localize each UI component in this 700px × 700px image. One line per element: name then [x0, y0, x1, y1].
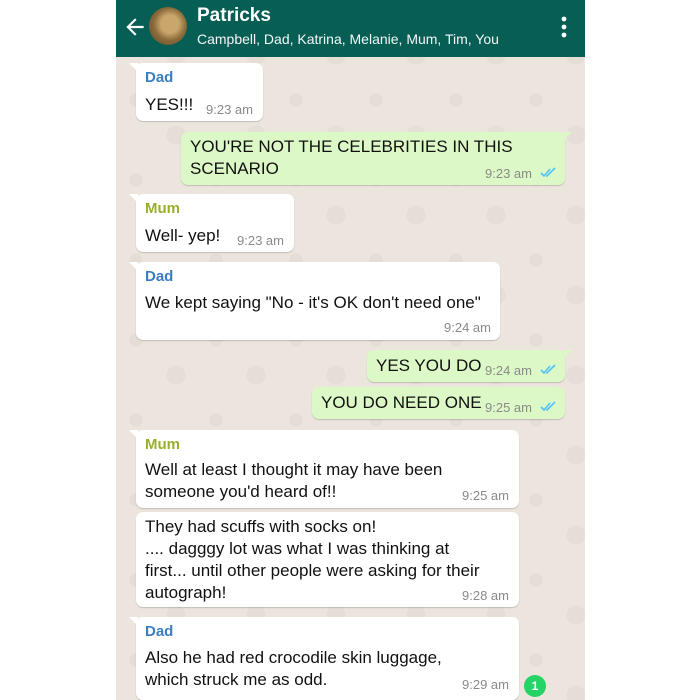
message-text: YOU'RE NOT THE CELEBRITIES IN THIS SCENA…	[190, 137, 513, 178]
bubble-tail	[129, 63, 138, 72]
message-sender: Dad	[145, 69, 174, 86]
chat-header: Patricks Campbell, Dad, Katrina, Melanie…	[116, 0, 585, 57]
bubble-tail	[563, 350, 572, 359]
message-sender: Dad	[145, 623, 174, 640]
message-text: They had scuffs with socks on! .... dagg…	[145, 517, 480, 602]
message-sender: Mum	[145, 436, 180, 453]
bubble-tail	[129, 430, 138, 439]
message-bubble[interactable]: Mum Well- yep! 9:23 am	[129, 194, 294, 252]
message-time: 9:24 am	[485, 363, 532, 378]
message-text: YES YOU DO	[376, 356, 482, 375]
chat-screen: Patricks Campbell, Dad, Katrina, Melanie…	[116, 0, 585, 700]
message-bubble[interactable]: Mum Well at least I thought it may have …	[129, 430, 519, 508]
message-sender: Dad	[145, 268, 174, 285]
read-receipt-icon	[540, 364, 556, 375]
message-text: YOU DO NEED ONE	[321, 393, 482, 412]
read-receipt-icon	[540, 401, 556, 412]
bubble-tail	[129, 194, 138, 203]
message-bubble[interactable]: Dad We kept saying "No - it's OK don't n…	[129, 262, 500, 340]
read-receipt-icon	[540, 167, 556, 178]
message-bubble[interactable]: Dad YES!!! 9:23 am	[129, 63, 263, 121]
message-bubble[interactable]: YES YOU DO 9:24 am	[367, 350, 572, 382]
message-time: 9:24 am	[444, 320, 491, 335]
message-text: Also he had red crocodile skin luggage, …	[145, 648, 442, 689]
message-sender: Mum	[145, 200, 180, 217]
message-bubble[interactable]: YOU DO NEED ONE 9:25 am	[312, 387, 565, 419]
message-time: 9:23 am	[237, 233, 284, 248]
message-time: 9:25 am	[485, 400, 532, 415]
message-text: YES!!!	[145, 95, 194, 114]
bubble-tail	[129, 262, 138, 271]
message-time: 9:23 am	[485, 166, 532, 181]
back-arrow-icon[interactable]	[122, 14, 148, 40]
group-members[interactable]: Campbell, Dad, Katrina, Melanie, Mum, Ti…	[197, 31, 499, 47]
message-bubble[interactable]: They had scuffs with socks on! .... dagg…	[136, 512, 519, 607]
message-time: 9:25 am	[462, 488, 509, 503]
group-title[interactable]: Patricks	[197, 5, 271, 27]
unread-count-badge[interactable]: 1	[524, 675, 546, 697]
message-text: We kept saying "No - it's OK don't need …	[145, 293, 481, 312]
message-text: Well at least I thought it may have been…	[145, 460, 443, 501]
bubble-tail	[129, 617, 138, 626]
message-time: 9:23 am	[206, 102, 253, 117]
more-options-icon[interactable]	[561, 16, 567, 38]
message-time: 9:29 am	[462, 677, 509, 692]
group-avatar[interactable]	[149, 7, 187, 45]
message-bubble[interactable]: Dad Also he had red crocodile skin lugga…	[129, 617, 519, 700]
bubble-tail	[563, 132, 572, 141]
message-time: 9:28 am	[462, 588, 509, 603]
message-bubble[interactable]: YOU'RE NOT THE CELEBRITIES IN THIS SCENA…	[181, 132, 572, 185]
message-text: Well- yep!	[145, 226, 221, 245]
